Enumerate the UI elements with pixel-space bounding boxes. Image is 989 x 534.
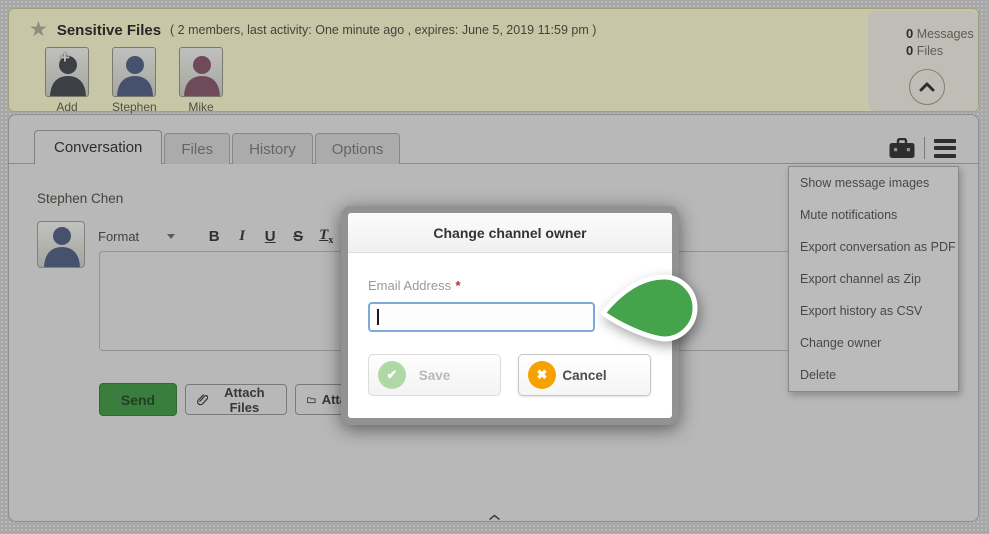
text-cursor <box>377 309 379 325</box>
save-button[interactable]: ✔ Save <box>368 354 501 396</box>
email-field-label: Email Address <box>368 278 452 293</box>
app-window: ★ Sensitive Files ( 2 members, last acti… <box>0 0 989 534</box>
cancel-button-label: Cancel <box>562 367 607 383</box>
required-marker: * <box>455 278 461 293</box>
save-button-label: Save <box>418 367 451 383</box>
check-icon: ✔ <box>378 361 406 389</box>
email-address-input[interactable] <box>368 302 595 332</box>
dialog-title: Change channel owner <box>348 213 672 253</box>
cancel-button[interactable]: ✖ Cancel <box>518 354 651 396</box>
callout-pointer-icon <box>600 274 698 342</box>
dialog-buttons: ✔ Save ✖ Cancel <box>368 354 652 396</box>
close-icon: ✖ <box>528 361 556 389</box>
email-field-wrap <box>368 302 595 332</box>
